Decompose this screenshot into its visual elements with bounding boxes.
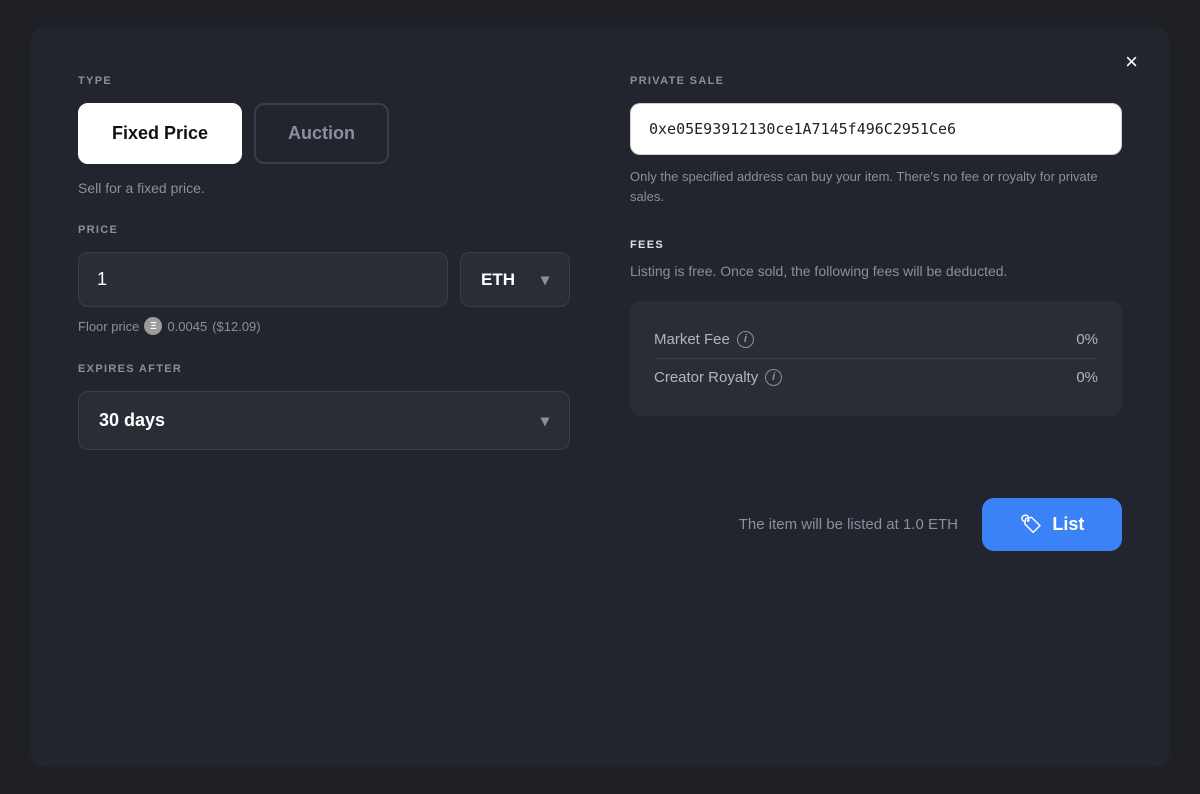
creator-royalty-value: 0%	[1076, 369, 1098, 386]
creator-royalty-label: Creator Royalty	[654, 369, 758, 386]
close-button[interactable]: ×	[1117, 47, 1146, 77]
type-label: TYPE	[78, 75, 570, 87]
market-fee-value: 0%	[1076, 331, 1098, 348]
expires-value: 30 days	[99, 410, 165, 431]
list-button[interactable]: 🏷 List	[982, 498, 1122, 551]
creator-royalty-name: Creator Royalty i	[654, 369, 782, 386]
auction-button[interactable]: Auction	[254, 103, 389, 164]
market-fee-row: Market Fee i 0%	[654, 321, 1098, 359]
price-row: ETH ▾	[78, 252, 570, 307]
eth-icon: Ξ	[144, 317, 162, 335]
modal-footer: The item will be listed at 1.0 ETH 🏷 Lis…	[78, 498, 1122, 551]
market-fee-label: Market Fee	[654, 331, 730, 348]
expires-select[interactable]: 30 days ▾	[78, 391, 570, 450]
type-buttons: Fixed Price Auction	[78, 103, 570, 164]
price-input[interactable]	[78, 252, 448, 307]
currency-label: ETH	[481, 270, 515, 290]
floor-usd-value: ($12.09)	[212, 319, 260, 334]
floor-price-text: Floor price	[78, 319, 139, 334]
private-sale-description: Only the specified address can buy your …	[630, 167, 1122, 207]
fixed-price-button[interactable]: Fixed Price	[78, 103, 242, 164]
price-section: PRICE ETH ▾ Floor price Ξ 0.0045 ($12.09…	[78, 224, 570, 335]
floor-price: Floor price Ξ 0.0045 ($12.09)	[78, 317, 570, 335]
chevron-down-icon: ▾	[541, 270, 549, 290]
creator-royalty-info-icon[interactable]: i	[765, 369, 782, 386]
list-label: List	[1052, 514, 1084, 535]
fees-label: FEES	[630, 239, 1122, 251]
right-column: PRIVATE SALE Only the specified address …	[630, 75, 1122, 450]
expires-section: EXPIRES AFTER 30 days ▾	[78, 363, 570, 450]
creator-royalty-row: Creator Royalty i 0%	[654, 359, 1098, 396]
market-fee-name: Market Fee i	[654, 331, 754, 348]
private-sale-label: PRIVATE SALE	[630, 75, 1122, 87]
tag-icon: 🏷	[1020, 514, 1043, 535]
market-fee-info-icon[interactable]: i	[737, 331, 754, 348]
expires-label: EXPIRES AFTER	[78, 363, 570, 375]
left-column: TYPE Fixed Price Auction Sell for a fixe…	[78, 75, 570, 450]
private-sale-input[interactable]	[630, 103, 1122, 155]
floor-eth-value: 0.0045	[167, 319, 207, 334]
fees-description: Listing is free. Once sold, the followin…	[630, 261, 1122, 283]
listing-info: The item will be listed at 1.0 ETH	[739, 516, 958, 533]
currency-select[interactable]: ETH ▾	[460, 252, 570, 307]
modal-body: TYPE Fixed Price Auction Sell for a fixe…	[78, 75, 1122, 450]
type-description: Sell for a fixed price.	[78, 180, 570, 196]
modal-container: × TYPE Fixed Price Auction Sell for a fi…	[30, 27, 1170, 767]
fees-box: Market Fee i 0% Creator Royalty i 0%	[630, 301, 1122, 416]
expires-chevron-icon: ▾	[541, 411, 549, 431]
price-label: PRICE	[78, 224, 570, 236]
